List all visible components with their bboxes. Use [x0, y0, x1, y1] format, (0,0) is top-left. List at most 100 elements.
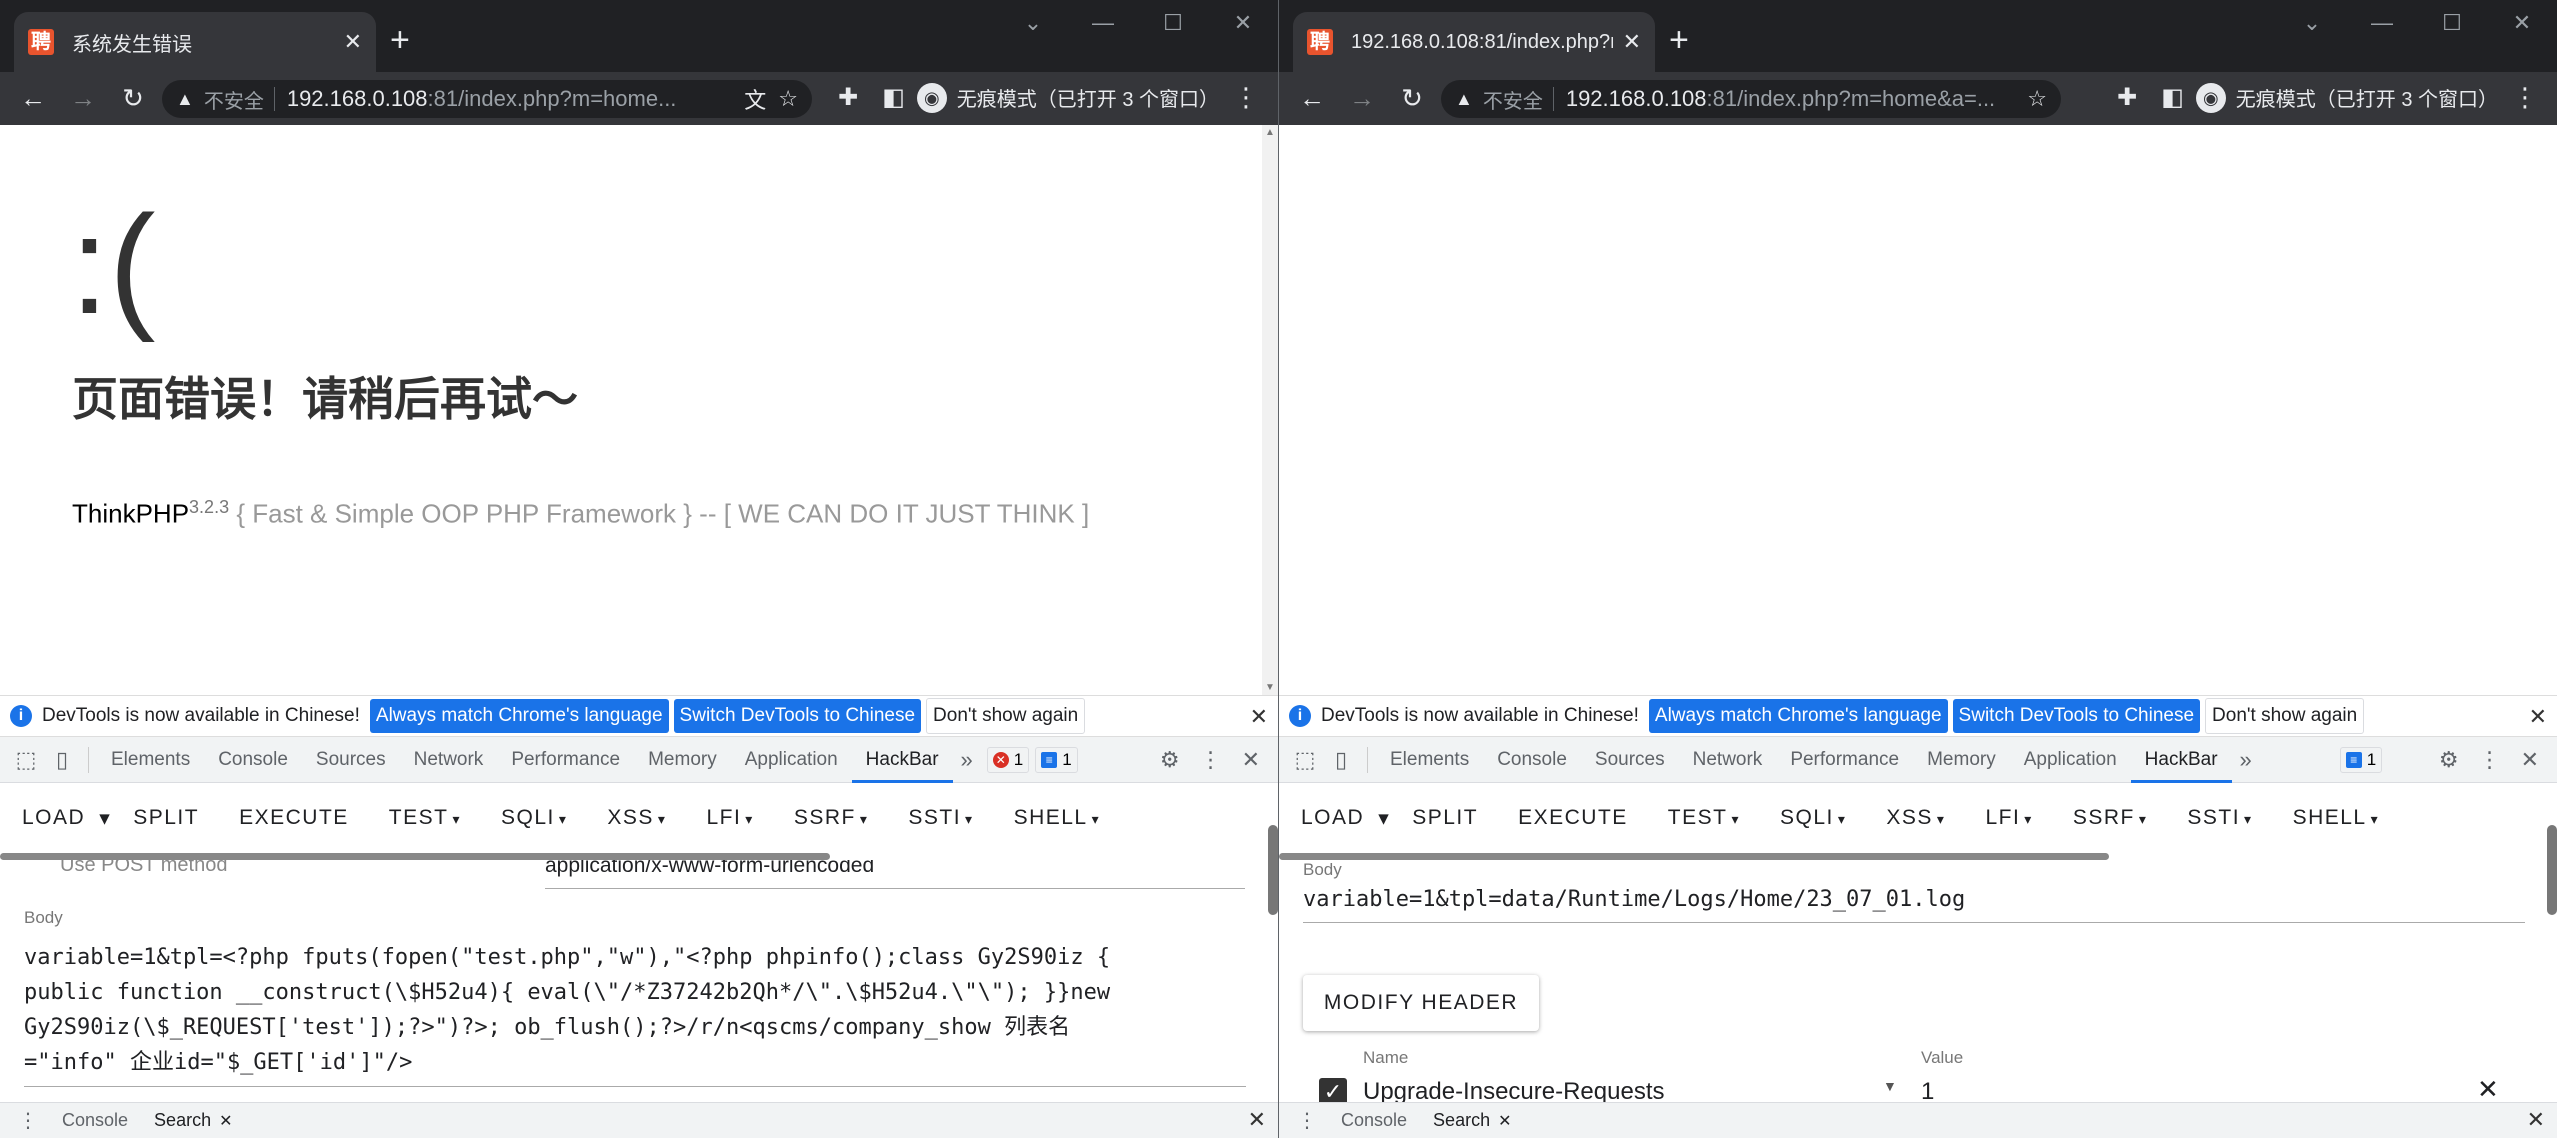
tab-elements[interactable]: Elements	[97, 737, 204, 783]
not-secure-label[interactable]: 不安全	[1483, 85, 1543, 114]
xss-menu[interactable]: XSS ▾	[1886, 806, 1945, 830]
settings-gear-icon[interactable]: ⚙	[2439, 747, 2459, 773]
tab-application[interactable]: Application	[2010, 737, 2131, 783]
banner-close-icon[interactable]: ✕	[1250, 704, 1268, 730]
tab-memory[interactable]: Memory	[634, 737, 731, 783]
sqli-menu[interactable]: SQLI ▾	[1780, 806, 1846, 830]
tab-hackbar[interactable]: HackBar	[851, 737, 953, 783]
devtools-close-icon[interactable]: ✕	[2521, 747, 2539, 773]
drawer-close-icon[interactable]: ✕	[2527, 1107, 2545, 1133]
scroll-down-icon[interactable]: ▼	[1265, 682, 1275, 693]
lfi-menu[interactable]: LFI ▾	[706, 806, 753, 830]
drawer-menu-icon[interactable]: ⋮	[18, 1108, 38, 1133]
maximize-icon[interactable]: ☐	[2417, 10, 2487, 36]
new-tab-plus-icon[interactable]: +	[1669, 20, 1689, 60]
split-button[interactable]: SPLIT	[1412, 806, 1478, 830]
execute-button[interactable]: EXECUTE	[239, 806, 349, 830]
minimize-icon[interactable]: —	[2347, 10, 2417, 36]
body-textarea[interactable]: variable=1&tpl=data/Runtime/Logs/Home/23…	[1303, 882, 1965, 917]
header-value-input[interactable]: 1	[1921, 1078, 1934, 1102]
tab-network[interactable]: Network	[400, 737, 498, 783]
close-search-icon[interactable]: ✕	[219, 1113, 232, 1130]
not-secure-label[interactable]: 不安全	[204, 85, 264, 114]
kebab-menu-icon[interactable]: ⋮	[2512, 82, 2538, 113]
puzzle-icon[interactable]: ✚	[2117, 83, 2137, 112]
bookmark-star-icon[interactable]: ☆	[2027, 86, 2047, 112]
kebab-menu-icon[interactable]: ⋮	[1233, 82, 1259, 113]
drawer-tab-console[interactable]: Console	[62, 1110, 128, 1131]
content-type-value[interactable]: application/x-www-form-urlencoded	[545, 860, 874, 878]
tab-application[interactable]: Application	[731, 737, 852, 783]
banner-close-icon[interactable]: ✕	[2529, 704, 2547, 730]
switch-chinese-button[interactable]: Switch DevTools to Chinese	[673, 699, 922, 733]
load-button[interactable]: LOAD	[22, 806, 85, 830]
test-menu[interactable]: TEST ▾	[1668, 806, 1740, 830]
minimize-icon[interactable]: —	[1068, 10, 1138, 36]
drawer-close-icon[interactable]: ✕	[1248, 1107, 1266, 1133]
device-toolbar-icon[interactable]: ▯	[50, 747, 74, 773]
back-arrow-icon[interactable]: ←	[8, 83, 58, 114]
browser-tab[interactable]: 聘 192.168.0.108:81/index.php?m ✕	[1293, 12, 1655, 72]
tab-close-icon[interactable]: ✕	[344, 29, 362, 55]
shell-menu[interactable]: SHELL ▾	[2293, 806, 2380, 830]
execute-button[interactable]: EXECUTE	[1518, 806, 1628, 830]
url-text[interactable]: 192.168.0.108:81/index.php?m=home...	[287, 86, 732, 112]
forward-arrow-icon[interactable]: →	[1337, 83, 1387, 114]
header-name-dropdown-icon[interactable]: ▼	[1883, 1078, 1897, 1094]
page-scrollbar[interactable]: ▲ ▼	[1262, 125, 1278, 695]
puzzle-icon[interactable]: ✚	[838, 83, 858, 112]
header-enabled-checkbox[interactable]: ✓	[1319, 1078, 1347, 1102]
address-bar[interactable]: ▲ 不安全 192.168.0.108:81/index.php?m=home&…	[1441, 80, 2061, 118]
back-arrow-icon[interactable]: ←	[1287, 83, 1337, 114]
tab-network[interactable]: Network	[1679, 737, 1777, 783]
message-count-badge[interactable]: ≡ 1	[1035, 746, 1078, 773]
message-count-badge[interactable]: ≡ 1	[2339, 746, 2383, 773]
hackbar-h-scrollbar[interactable]	[0, 853, 830, 860]
bookmark-star-icon[interactable]: ☆	[778, 86, 798, 112]
tab-memory[interactable]: Memory	[1913, 737, 2010, 783]
devtools-menu-icon[interactable]: ⋮	[2479, 747, 2501, 773]
tab-performance[interactable]: Performance	[1776, 737, 1913, 783]
side-panel-icon[interactable]: ◧	[882, 83, 905, 112]
tab-elements[interactable]: Elements	[1376, 737, 1483, 783]
address-bar[interactable]: ▲ 不安全 192.168.0.108:81/index.php?m=home.…	[162, 80, 812, 118]
split-button[interactable]: SPLIT	[133, 806, 199, 830]
inspect-element-icon[interactable]: ⬚	[1293, 747, 1317, 773]
warning-triangle-icon[interactable]: ▲	[176, 89, 194, 110]
lfi-menu[interactable]: LFI ▾	[1985, 806, 2032, 830]
close-window-icon[interactable]: ✕	[2487, 10, 2557, 36]
forward-arrow-icon[interactable]: →	[58, 83, 108, 114]
tab-sources[interactable]: Sources	[1581, 737, 1679, 783]
device-toolbar-icon[interactable]: ▯	[1329, 747, 1353, 773]
load-dropdown-icon[interactable]: ▾	[99, 806, 111, 831]
new-tab-plus-icon[interactable]: +	[390, 20, 410, 60]
drawer-tab-search[interactable]: Search ✕	[154, 1110, 232, 1131]
tab-search-chevron-icon[interactable]: ⌄	[998, 10, 1068, 36]
warning-triangle-icon[interactable]: ▲	[1455, 89, 1473, 110]
match-language-button[interactable]: Always match Chrome's language	[369, 699, 669, 733]
more-tabs-icon[interactable]: »	[953, 747, 981, 773]
incognito-indicator[interactable]: ◉ 无痕模式（已打开 3 个窗口）	[2195, 82, 2498, 113]
ssti-menu[interactable]: SSTI ▾	[908, 806, 973, 830]
reload-icon[interactable]: ↻	[108, 83, 158, 114]
url-text[interactable]: 192.168.0.108:81/index.php?m=home&a=...	[1566, 86, 2015, 112]
dont-show-button[interactable]: Don't show again	[926, 698, 1086, 734]
incognito-indicator[interactable]: ◉ 无痕模式（已打开 3 个窗口）	[916, 82, 1219, 113]
tab-console[interactable]: Console	[204, 737, 302, 783]
drawer-menu-icon[interactable]: ⋮	[1297, 1108, 1317, 1133]
match-language-button[interactable]: Always match Chrome's language	[1648, 699, 1948, 733]
xss-menu[interactable]: XSS ▾	[607, 806, 666, 830]
load-button[interactable]: LOAD	[1301, 806, 1364, 830]
ssrf-menu[interactable]: SSRF ▾	[794, 806, 869, 830]
drawer-tab-search[interactable]: Search ✕	[1433, 1110, 1511, 1131]
settings-gear-icon[interactable]: ⚙	[1160, 747, 1180, 773]
tab-performance[interactable]: Performance	[497, 737, 634, 783]
ssrf-menu[interactable]: SSRF ▾	[2073, 806, 2148, 830]
maximize-icon[interactable]: ☐	[1138, 10, 1208, 36]
switch-chinese-button[interactable]: Switch DevTools to Chinese	[1952, 699, 2201, 733]
tab-console[interactable]: Console	[1483, 737, 1581, 783]
ssti-menu[interactable]: SSTI ▾	[2187, 806, 2252, 830]
error-count-badge[interactable]: ✕ 1	[986, 746, 1030, 773]
reload-icon[interactable]: ↻	[1387, 83, 1437, 114]
hackbar-v-scrollbar[interactable]	[2547, 825, 2557, 915]
